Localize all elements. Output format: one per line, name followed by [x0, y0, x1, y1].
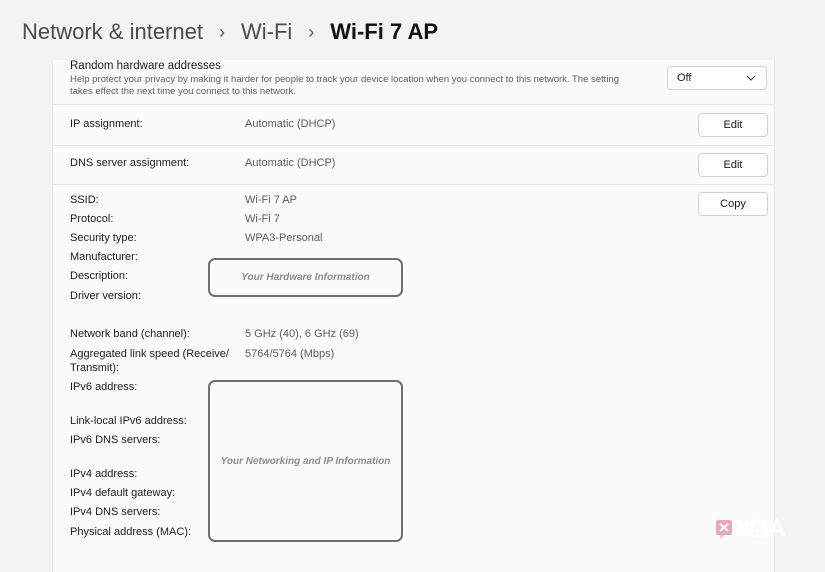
- protocol-label: Protocol:: [70, 213, 114, 225]
- driver-version-label: Driver version:: [70, 290, 141, 302]
- hardware-info-redaction: Your Hardware Information: [208, 258, 403, 297]
- ipv6-dns-label: IPv6 DNS servers:: [70, 434, 161, 446]
- link-speed-label-line1: Aggregated link speed (Receive/: [70, 348, 229, 360]
- ipv6-address-label: IPv6 address:: [70, 381, 138, 393]
- chevron-right-icon: ›: [218, 21, 225, 42]
- link-speed-value: 5764/5764 (Mbps): [245, 348, 335, 360]
- description-label: Description:: [70, 270, 129, 282]
- chevron-down-icon: [746, 75, 756, 81]
- divider: [52, 184, 773, 185]
- random-mac-dropdown-value: Off: [677, 72, 692, 84]
- network-band-value: 5 GHz (40), 6 GHz (69): [245, 328, 359, 340]
- link-speed-label-line2: Transmit):: [70, 362, 120, 374]
- ip-assignment-label: IP assignment:: [70, 118, 143, 130]
- ipv4-gateway-label: IPv4 default gateway:: [70, 487, 176, 499]
- ip-edit-button[interactable]: Edit: [698, 113, 768, 137]
- random-mac-description-line2: takes effect the next time you connect t…: [70, 86, 296, 97]
- random-mac-title: Random hardware addresses: [70, 60, 221, 72]
- breadcrumb: Network & internet › Wi-Fi › Wi-Fi 7 AP: [22, 16, 438, 48]
- divider: [52, 145, 773, 146]
- chevron-right-icon: ›: [308, 21, 315, 42]
- mac-address-label: Physical address (MAC):: [70, 526, 192, 538]
- xda-logo: [716, 517, 786, 539]
- ipv4-address-label: IPv4 address:: [70, 468, 138, 480]
- ipv4-dns-label: IPv4 DNS servers:: [70, 506, 161, 518]
- manufacturer-label: Manufacturer:: [70, 251, 138, 263]
- protocol-value: Wi-Fi 7: [245, 213, 280, 225]
- dns-assignment-label: DNS server assignment:: [70, 157, 190, 169]
- link-local-ipv6-label: Link-local IPv6 address:: [70, 415, 187, 427]
- random-mac-description-line1: Help protect your privacy by making it h…: [70, 74, 619, 85]
- random-mac-dropdown[interactable]: Off: [667, 66, 767, 90]
- page-title: Wi-Fi 7 AP: [330, 19, 439, 44]
- ssid-value: Wi-Fi 7 AP: [245, 194, 297, 206]
- security-value: WPA3-Personal: [245, 232, 323, 244]
- ip-assignment-value: Automatic (DHCP): [245, 118, 336, 130]
- divider: [52, 104, 773, 105]
- breadcrumb-item-wifi[interactable]: Wi-Fi: [241, 19, 292, 45]
- network-band-label: Network band (channel):: [70, 328, 190, 340]
- networking-info-redaction: Your Networking and IP Information: [208, 380, 403, 542]
- copy-button[interactable]: Copy: [698, 192, 768, 216]
- security-label: Security type:: [70, 232, 137, 244]
- ssid-label: SSID:: [70, 194, 99, 206]
- dns-assignment-value: Automatic (DHCP): [245, 157, 336, 169]
- breadcrumb-item-network[interactable]: Network & internet: [22, 19, 203, 45]
- dns-edit-button[interactable]: Edit: [698, 153, 768, 177]
